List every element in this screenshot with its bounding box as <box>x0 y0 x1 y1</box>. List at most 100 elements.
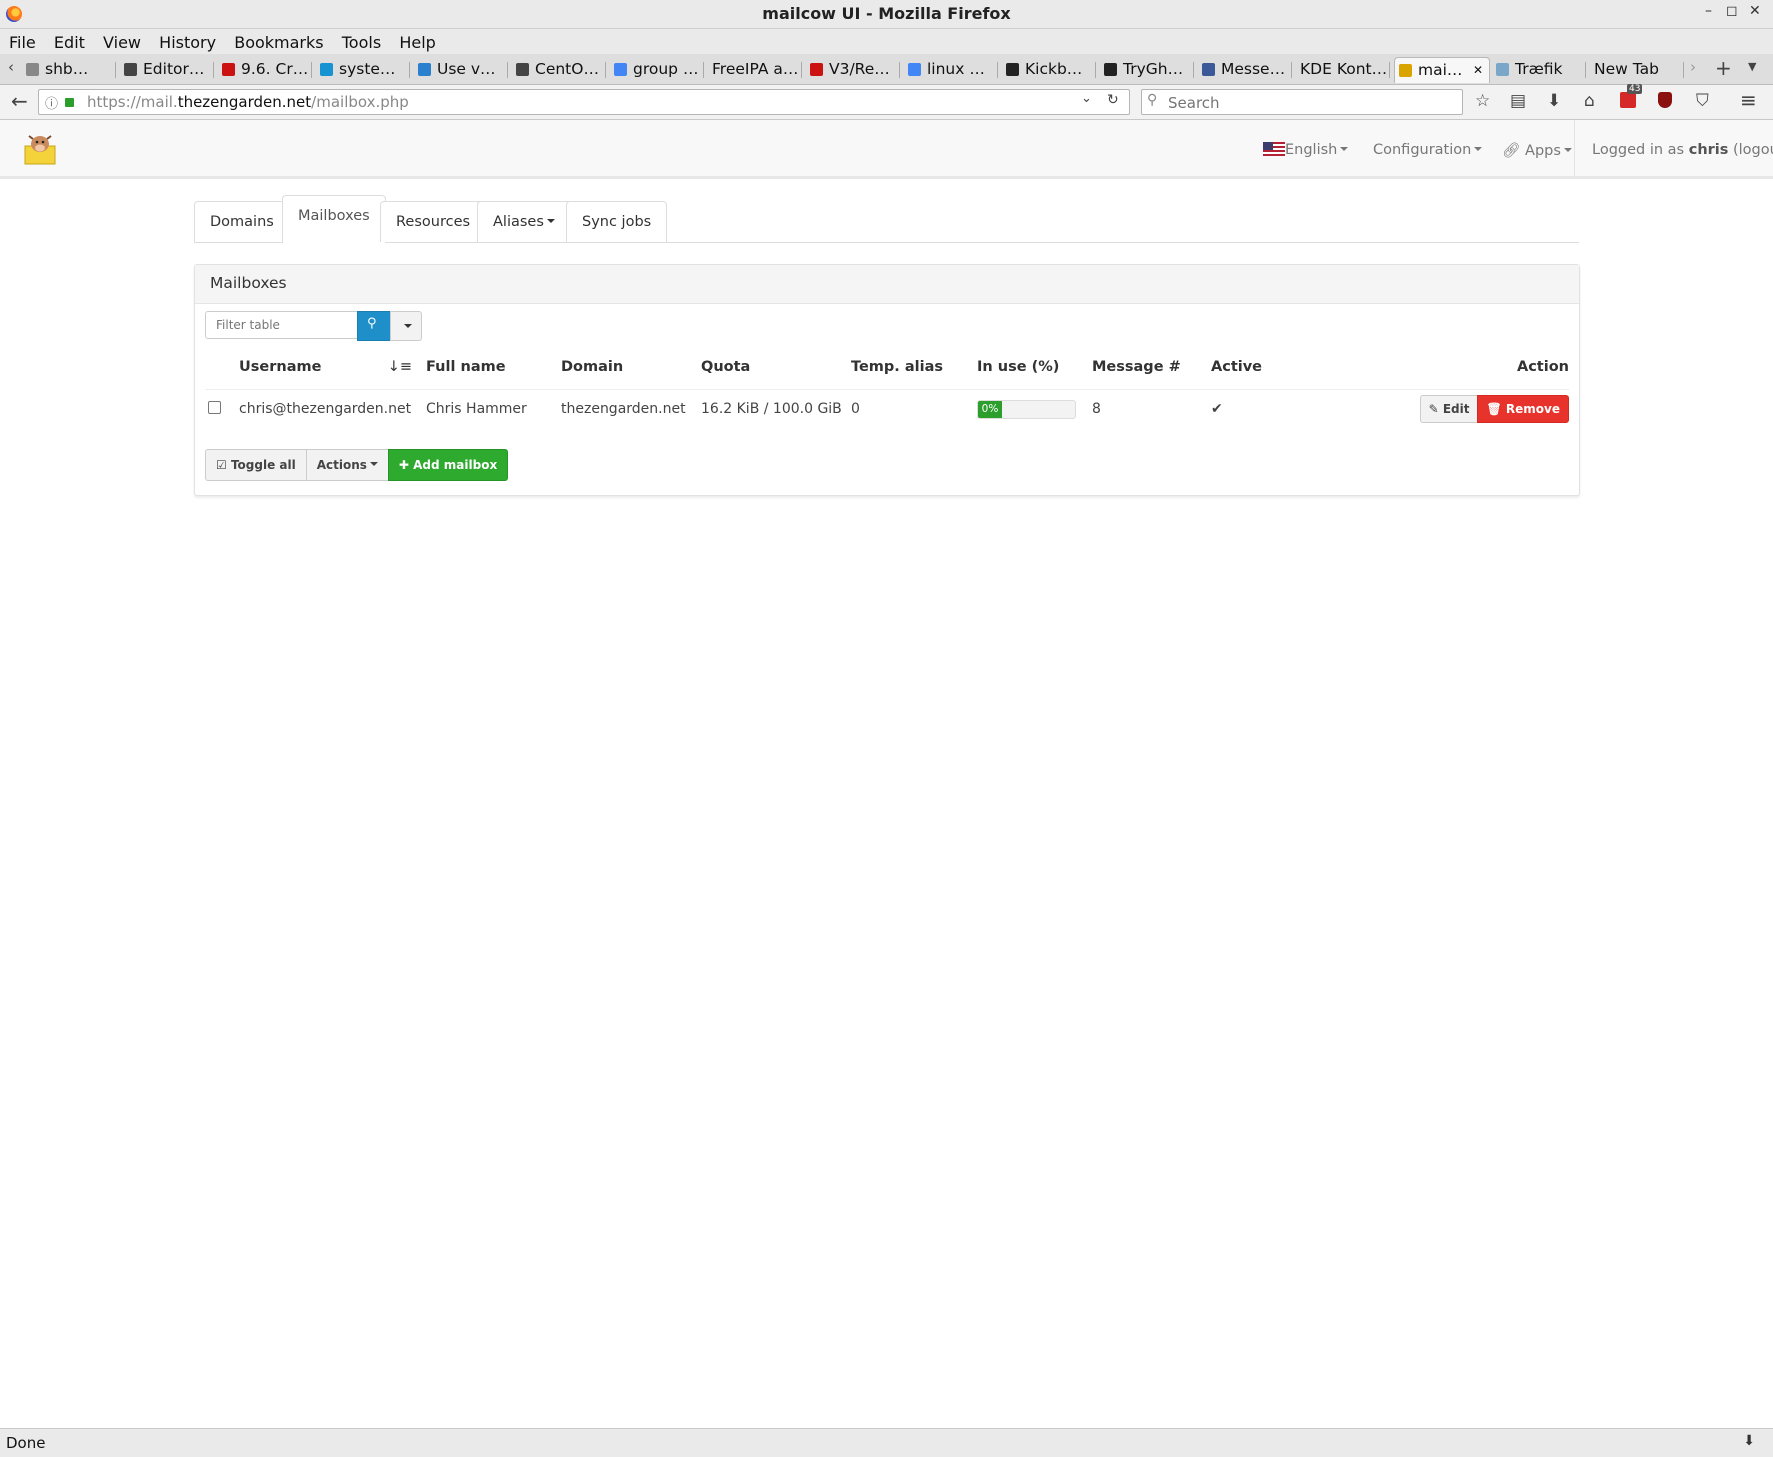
menu-bookmarks[interactable]: Bookmarks <box>234 33 323 52</box>
edit-button[interactable]: ✎ Edit <box>1419 395 1479 423</box>
sort-icon[interactable]: ↓≡ <box>388 359 412 375</box>
language-dropdown[interactable]: English <box>1263 142 1349 158</box>
browser-tab[interactable]: FreeIPA a… <box>708 57 802 82</box>
col-temp-alias[interactable]: Temp. alias <box>851 345 977 390</box>
tab-label: syste… <box>339 60 396 78</box>
home-icon[interactable]: ⌂ <box>1584 91 1595 111</box>
hamburger-menu-icon[interactable]: ≡ <box>1740 88 1757 112</box>
browser-tab[interactable]: linux … <box>904 57 998 82</box>
menu-history[interactable]: History <box>159 33 216 52</box>
tab-sync-jobs[interactable]: Sync jobs <box>566 201 668 242</box>
tabs-scroll-right-icon[interactable]: › <box>1690 58 1696 76</box>
browser-tab[interactable]: Messe… <box>1198 57 1292 82</box>
browser-tab[interactable]: 9.6. Cr… <box>218 57 312 82</box>
back-icon[interactable]: ← <box>11 89 28 113</box>
close-tab-icon[interactable]: ✕ <box>1473 58 1483 83</box>
mailcow-logo[interactable] <box>23 130 57 166</box>
filter-box[interactable] <box>205 311 359 339</box>
new-tab-icon[interactable]: + <box>1715 56 1732 80</box>
logout-link[interactable]: (logout) <box>1733 142 1773 158</box>
row-checkbox[interactable] <box>208 400 221 414</box>
browser-tab[interactable]: CentO… <box>512 57 606 82</box>
bookmark-star-icon[interactable]: ☆ <box>1475 91 1490 111</box>
mailboxes-table: Username ↓≡ Full name Domain Quota Temp. … <box>205 345 1569 428</box>
browser-tab[interactable]: TryGh… <box>1100 57 1194 82</box>
remove-button[interactable]: 🗑︎ Remove <box>1477 395 1569 423</box>
tab-resources[interactable]: Resources <box>380 201 487 242</box>
tab-favicon-icon <box>1496 63 1509 76</box>
browser-tab[interactable]: Editor… <box>120 57 214 82</box>
browser-tab[interactable]: shb… <box>22 57 116 82</box>
menu-help[interactable]: Help <box>399 33 435 52</box>
col-domain[interactable]: Domain <box>561 345 701 390</box>
mailboxes-panel: Mailboxes ⚲ Username↓≡ Full name Domain … <box>194 264 1580 496</box>
add-mailbox-button[interactable]: ✚ Add mailbox <box>387 449 509 481</box>
url-text[interactable]: https://mail.thezengarden.net/mailbox.ph… <box>87 93 409 111</box>
menu-view[interactable]: View <box>103 33 141 52</box>
col-active[interactable]: Active <box>1211 345 1331 390</box>
filter-search-button[interactable]: ⚲ <box>357 311 392 341</box>
tab-aliases[interactable]: Aliases <box>477 201 571 242</box>
browser-tab-active[interactable]: mai… ✕ <box>1394 57 1490 83</box>
col-full-name[interactable]: Full name <box>426 345 561 390</box>
col-in-use[interactable]: In use (%) <box>977 345 1092 390</box>
actions-dropdown-button[interactable]: Actions <box>305 449 389 481</box>
menu-bar: File Edit View History Bookmarks Tools H… <box>0 29 1773 54</box>
tabs-scroll-left-icon[interactable]: ‹ <box>8 58 14 76</box>
browser-tab[interactable]: KDE Kont… <box>1296 57 1390 82</box>
browser-tab[interactable]: Use v… <box>414 57 508 82</box>
reading-list-icon[interactable]: ▤ <box>1510 91 1526 111</box>
tab-label: Editor… <box>143 60 205 78</box>
header-divider <box>1574 120 1575 176</box>
tabs-list-icon[interactable]: ▼ <box>1748 60 1756 73</box>
search-icon: ⚲ <box>367 316 377 331</box>
reload-icon[interactable]: ↻ <box>1107 92 1119 108</box>
apps-dropdown[interactable]: 🔗︎ Apps <box>1502 142 1572 159</box>
col-quota[interactable]: Quota <box>701 345 851 390</box>
tab-label: Træfik <box>1515 60 1563 78</box>
toggle-all-button[interactable]: ☑ Toggle all <box>205 449 307 481</box>
col-username[interactable]: Username ↓≡ <box>239 345 426 390</box>
menu-edit[interactable]: Edit <box>54 33 85 52</box>
minimize-icon[interactable]: – <box>1705 3 1712 19</box>
browser-tab[interactable]: Træfik <box>1492 57 1586 82</box>
tab-label: mai… <box>1418 61 1463 79</box>
browser-tab[interactable]: New Tab <box>1590 57 1684 82</box>
ublock-icon[interactable] <box>1658 92 1672 108</box>
tab-separator <box>703 62 704 78</box>
browser-tab[interactable]: V3/Re… <box>806 57 900 82</box>
browser-tab[interactable]: Kickb… <box>1002 57 1096 82</box>
col-messages[interactable]: Message # <box>1092 345 1211 390</box>
configuration-dropdown[interactable]: Configuration <box>1373 142 1483 158</box>
search-input[interactable] <box>1166 93 1450 113</box>
browser-tab[interactable]: group … <box>610 57 704 82</box>
tab-favicon-icon <box>1006 63 1019 76</box>
url-bar[interactable]: ⓘ https://mail.thezengarden.net/mailbox.… <box>38 89 1130 115</box>
close-window-icon[interactable]: ✕ <box>1749 3 1761 19</box>
maximize-icon[interactable]: ◻ <box>1726 3 1738 19</box>
menu-tools[interactable]: Tools <box>342 33 381 52</box>
cell-messages: 8 <box>1092 389 1211 428</box>
tab-separator <box>899 62 900 78</box>
url-dropdown-icon[interactable]: ⌄ <box>1081 91 1092 106</box>
tab-separator <box>1683 62 1684 78</box>
tab-domains[interactable]: Domains <box>194 201 290 242</box>
usage-progress-bar: 0% <box>977 399 1076 419</box>
browser-tab[interactable]: syste… <box>316 57 410 82</box>
tab-favicon-icon <box>26 63 39 76</box>
menu-file[interactable]: File <box>9 33 36 52</box>
tab-favicon-icon <box>516 63 529 76</box>
usage-progress-fill: 0% <box>978 400 1002 418</box>
filter-dropdown-button[interactable] <box>390 311 422 341</box>
tab-favicon-icon <box>908 63 921 76</box>
filter-input[interactable] <box>214 317 358 333</box>
tab-mailboxes[interactable]: Mailboxes <box>282 195 386 243</box>
info-icon[interactable]: ⓘ <box>45 93 58 112</box>
panel-title: Mailboxes <box>210 274 287 292</box>
addon-icon[interactable]: 43 <box>1620 84 1643 108</box>
tab-separator <box>213 62 214 78</box>
search-box[interactable]: ⚲ <box>1141 89 1463 115</box>
privacy-shield-icon[interactable]: ⛉ <box>1696 91 1709 111</box>
downloads-icon[interactable]: ⬇ <box>1547 91 1561 111</box>
download-arrow-icon[interactable]: ⬇ <box>1743 1433 1755 1449</box>
